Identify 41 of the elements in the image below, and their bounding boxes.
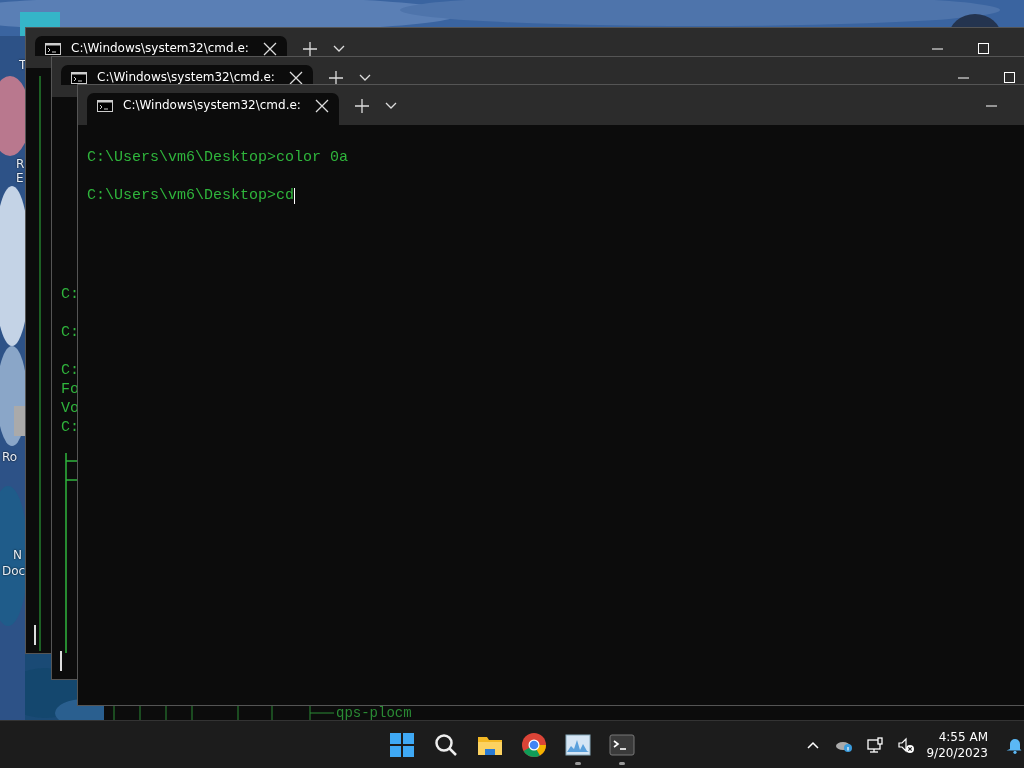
clock-date[interactable]: 9/20/2023 xyxy=(926,744,988,761)
chart-icon xyxy=(565,734,591,755)
terminal-tab[interactable]: C:\Windows\system32\cmd.e: xyxy=(61,65,313,85)
command-line: C: xyxy=(61,323,79,342)
notification-bell-icon[interactable] xyxy=(1006,738,1022,754)
terminal-tab[interactable]: C:\Windows\system32\cmd.e: xyxy=(87,93,339,125)
browser-icon xyxy=(522,732,546,757)
plus-icon[interactable] xyxy=(328,71,343,85)
command-line: C: xyxy=(61,361,79,380)
chevron-down-icon[interactable] xyxy=(385,102,397,109)
command-line: C: xyxy=(61,285,79,304)
minimize-icon xyxy=(931,48,943,49)
tab-title: C:\Windows\system32\cmd.e: xyxy=(71,41,249,56)
terminal-icon xyxy=(609,734,635,755)
command-line: C:\Users\vm6\Desktop>color 0a xyxy=(87,148,349,167)
maximize-icon xyxy=(1003,71,1015,83)
close-icon[interactable] xyxy=(315,99,329,113)
terminal-icon xyxy=(97,100,113,112)
chevron-down-icon[interactable] xyxy=(359,74,371,81)
close-icon[interactable] xyxy=(263,42,277,56)
minimize-icon xyxy=(957,77,969,78)
tab-title: C:\Windows\system32\cmd.e: xyxy=(97,70,275,85)
chevron-down-icon[interactable] xyxy=(333,45,345,52)
chevron-up-icon xyxy=(807,741,819,749)
network-icon xyxy=(867,736,883,753)
close-icon[interactable] xyxy=(289,71,303,85)
plus-icon[interactable] xyxy=(302,42,317,56)
terminal-text: qps-plocm xyxy=(336,706,412,720)
search-icon xyxy=(435,733,457,756)
maximize-icon xyxy=(977,42,989,54)
terminal-tab[interactable]: C:\Windows\system32\cmd.e: xyxy=(35,36,287,56)
cloud-icon xyxy=(836,741,852,752)
minimize-icon xyxy=(985,105,997,106)
command-line: C: xyxy=(61,418,79,437)
plus-icon[interactable] xyxy=(354,99,369,113)
clock-time[interactable]: 4:55 AM xyxy=(938,728,988,745)
muted-speaker-icon xyxy=(898,737,914,753)
command-line: C:\Users\vm6\Desktop>cd xyxy=(87,186,295,205)
windows-logo-icon xyxy=(390,732,414,757)
folder-icon xyxy=(478,736,502,755)
tab-title: C:\Windows\system32\cmd.e: xyxy=(123,98,301,113)
